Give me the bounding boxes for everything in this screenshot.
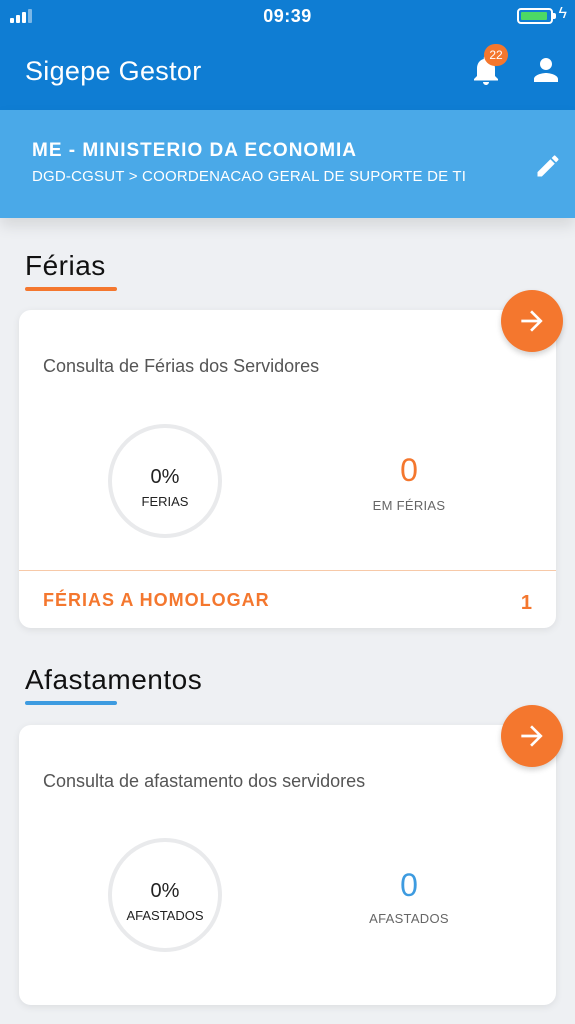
arrow-right-icon	[521, 725, 543, 747]
ferias-divider	[19, 570, 556, 571]
ferias-homologar-count: 1	[520, 592, 532, 614]
ferias-card[interactable]: Consulta de Férias dos Servidores 0% FER…	[19, 310, 556, 628]
org-banner: ME - MINISTERIO DA ECONOMIA DGD-CGSUT > …	[0, 110, 575, 218]
ferias-count: 0	[400, 452, 418, 488]
ferias-card-subtitle: Consulta de Férias dos Servidores	[43, 356, 320, 376]
app-title: Sigepe Gestor	[25, 56, 202, 86]
edit-pencil-icon[interactable]	[534, 152, 562, 180]
battery-icon	[517, 8, 556, 24]
afastamentos-count: 0	[400, 867, 418, 903]
status-time: 09:39	[263, 6, 312, 26]
ferias-count-label: EM FÉRIAS	[372, 498, 446, 513]
ferias-open-button[interactable]	[501, 290, 563, 352]
ferias-homologar-link[interactable]: FÉRIAS A HOMOLOGAR	[43, 590, 270, 611]
status-bar: 09:39 ϟ	[0, 0, 575, 32]
org-name: ME - MINISTERIO DA ECONOMIA	[32, 140, 358, 161]
afastamentos-card[interactable]: Consulta de afastamento dos servidores 0…	[19, 725, 556, 1005]
charging-icon: ϟ	[558, 5, 567, 22]
notification-badge: 22	[484, 44, 508, 66]
ferias-ring-label: FERIAS	[141, 494, 189, 509]
afastamentos-underline	[25, 701, 117, 705]
ferias-percent-ring: 0% FERIAS	[108, 424, 222, 538]
user-icon[interactable]	[528, 52, 564, 88]
ferias-section-title: Férias	[25, 250, 106, 281]
arrow-right-icon	[521, 310, 543, 332]
app-header: 09:39 ϟ Sigepe Gestor 22	[0, 0, 575, 110]
afastamentos-count-label: AFASTADOS	[369, 911, 449, 926]
ferias-underline	[25, 287, 117, 291]
afastamentos-ring-label: AFASTADOS	[126, 908, 204, 923]
afastamentos-section-title: Afastamentos	[25, 664, 203, 695]
org-unit: DGD-CGSUT > COORDENACAO GERAL DE SUPORTE…	[32, 168, 467, 185]
afastamentos-card-subtitle: Consulta de afastamento dos servidores	[43, 771, 366, 791]
afastamentos-ring-percent: 0%	[150, 880, 180, 902]
afastamentos-percent-ring: 0% AFASTADOS	[108, 838, 222, 952]
afastamentos-open-button[interactable]	[501, 705, 563, 767]
ferias-ring-percent: 0%	[150, 466, 180, 488]
